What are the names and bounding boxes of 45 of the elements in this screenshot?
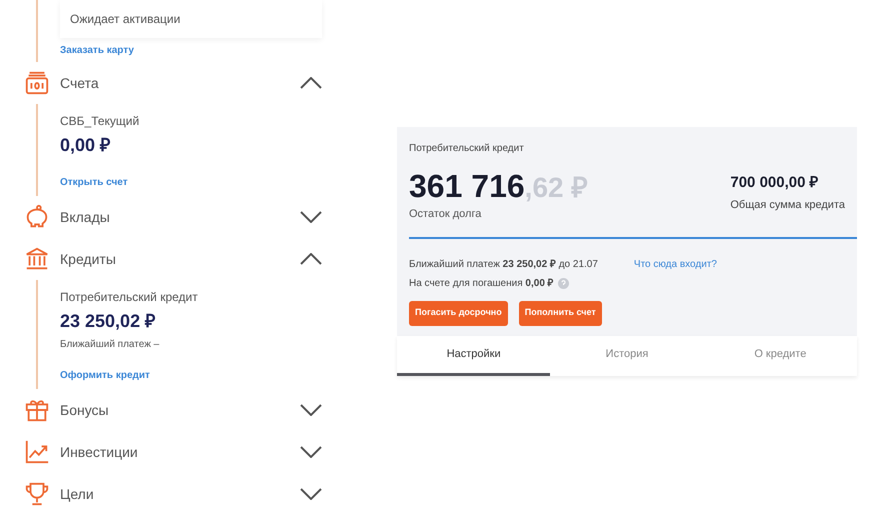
section-title: Инвестиции xyxy=(60,442,139,462)
section-header[interactable]: Вклады xyxy=(0,196,340,238)
item-amount: 0,00 ₽ xyxy=(60,134,112,157)
section-header[interactable]: Бонусы xyxy=(0,389,340,431)
item-note: Ближайший платеж – xyxy=(60,338,160,352)
chevron-up-icon[interactable] xyxy=(300,77,322,89)
chart-up-icon xyxy=(24,439,50,465)
balance-amount: 361 716 xyxy=(409,170,525,202)
tab[interactable]: О кредите xyxy=(704,336,857,376)
tab[interactable]: Настройки xyxy=(397,336,550,376)
action-button[interactable]: Пополнить счет xyxy=(518,300,602,326)
action-button[interactable]: Погасить досрочно xyxy=(409,300,508,326)
piggy-bank-icon xyxy=(24,204,50,230)
bank-icon xyxy=(24,246,50,272)
order-card-link[interactable]: Заказать карту xyxy=(60,43,322,58)
chevron-down-icon[interactable] xyxy=(300,211,322,223)
section-title: Цели xyxy=(60,484,95,504)
account-balance-text: На счете для погашения 0,00 ₽ xyxy=(409,276,554,290)
safe-icon xyxy=(24,70,50,96)
item-name: Потребительский кредит xyxy=(60,289,198,306)
section-link[interactable]: Оформить кредит xyxy=(60,368,198,383)
section-title: Вклады xyxy=(60,208,111,227)
section-header[interactable]: Кредиты xyxy=(0,238,340,280)
section-header[interactable]: Инвестиции xyxy=(0,431,340,473)
chevron-up-icon[interactable] xyxy=(300,253,322,265)
section-title: Бонусы xyxy=(60,400,110,420)
chevron-down-icon[interactable] xyxy=(300,404,322,416)
total-amount: 700 000,00 ₽ xyxy=(730,173,820,193)
section-header[interactable]: Цели xyxy=(0,473,340,515)
total-label: Общая сумма кредита xyxy=(730,198,845,212)
balance-label: Остаток долга xyxy=(409,207,482,222)
chevron-down-icon[interactable] xyxy=(300,446,322,458)
section-link[interactable]: Открыть счет xyxy=(60,175,140,190)
tab[interactable]: История xyxy=(550,336,704,376)
next-payment-text: Ближайший платеж 23 250,02 ₽ до 21.07 xyxy=(409,258,598,272)
trophy-icon xyxy=(24,481,50,507)
section-header[interactable]: Счета xyxy=(0,62,340,104)
card-status: Ожидает активации xyxy=(70,11,180,28)
item-name: СВБ_Текущий xyxy=(60,113,140,130)
chevron-down-icon[interactable] xyxy=(300,488,322,500)
loan-title: Потребительский кредит xyxy=(409,142,525,156)
item-amount: 23 250,02 ₽ xyxy=(60,310,156,333)
section-title: Кредиты xyxy=(60,250,117,269)
info-link[interactable]: Что сюда входит? xyxy=(634,256,717,272)
section-title: Счета xyxy=(60,74,100,92)
